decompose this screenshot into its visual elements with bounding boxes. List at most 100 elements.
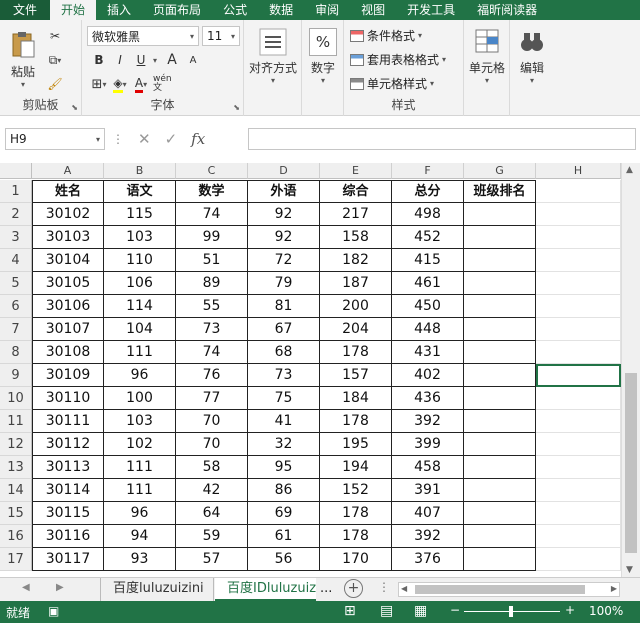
table-cell[interactable]: 30110	[32, 387, 104, 410]
vertical-scrollbar[interactable]: ▲ ▼	[621, 163, 640, 577]
table-cell[interactable]: 100	[104, 387, 176, 410]
name-box[interactable]: H9 ▾	[5, 128, 105, 150]
table-cell[interactable]: 106	[104, 272, 176, 295]
table-cell[interactable]: 89	[176, 272, 248, 295]
table-cell[interactable]: 74	[176, 341, 248, 364]
table-cell[interactable]: 30113	[32, 456, 104, 479]
table-cell[interactable]: 184	[320, 387, 392, 410]
row-header-7[interactable]: 7	[0, 318, 32, 341]
table-cell[interactable]: 391	[392, 479, 464, 502]
format-as-table-button[interactable]: 套用表格格式 ▾	[350, 51, 446, 68]
table-header-cell[interactable]: 外语	[248, 180, 320, 203]
empty-cell[interactable]	[536, 249, 621, 272]
zoom-slider-thumb[interactable]	[509, 606, 513, 617]
font-size-select[interactable]: 11 ▾	[202, 26, 240, 46]
table-cell[interactable]: 415	[392, 249, 464, 272]
active-cell[interactable]	[536, 364, 621, 387]
table-cell[interactable]: 30109	[32, 364, 104, 387]
empty-cell[interactable]	[536, 502, 621, 525]
table-cell[interactable]: 69	[248, 502, 320, 525]
table-cell[interactable]: 30116	[32, 525, 104, 548]
table-cell[interactable]: 56	[248, 548, 320, 571]
clipboard-launcher-icon[interactable]: ⬊	[71, 103, 78, 112]
table-cell[interactable]: 200	[320, 295, 392, 318]
empty-cell[interactable]	[536, 479, 621, 502]
underline-button[interactable]: U	[132, 50, 150, 70]
macro-record-icon[interactable]: ▣	[48, 604, 59, 618]
table-cell[interactable]: 170	[320, 548, 392, 571]
table-cell[interactable]: 30117	[32, 548, 104, 571]
insert-function-button[interactable]: fx	[191, 130, 205, 148]
empty-cell[interactable]	[536, 318, 621, 341]
horizontal-scrollbar[interactable]: ◀ ▶	[398, 582, 620, 597]
table-cell[interactable]: 103	[104, 226, 176, 249]
table-cell[interactable]: 42	[176, 479, 248, 502]
table-cell[interactable]: 86	[248, 479, 320, 502]
prev-sheet-icon[interactable]: ◀	[22, 582, 30, 593]
table-cell[interactable]: 392	[392, 525, 464, 548]
tab-data[interactable]: 数据	[258, 0, 304, 20]
table-cell[interactable]: 61	[248, 525, 320, 548]
table-cell[interactable]: 70	[176, 410, 248, 433]
row-header-9[interactable]: 9	[0, 364, 32, 387]
table-cell[interactable]: 111	[104, 341, 176, 364]
empty-cell[interactable]	[536, 226, 621, 249]
table-cell[interactable]: 448	[392, 318, 464, 341]
empty-cell[interactable]	[536, 341, 621, 364]
table-cell[interactable]: 158	[320, 226, 392, 249]
scroll-down-icon[interactable]: ▼	[626, 565, 633, 575]
table-cell[interactable]: 79	[248, 272, 320, 295]
table-cell[interactable]: 55	[176, 295, 248, 318]
table-header-cell[interactable]: 班级排名	[464, 180, 536, 203]
table-cell[interactable]: 187	[320, 272, 392, 295]
row-header-16[interactable]: 16	[0, 525, 32, 548]
table-cell[interactable]: 452	[392, 226, 464, 249]
font-name-select[interactable]: 微软雅黑 ▾	[87, 26, 199, 46]
table-cell[interactable]: 59	[176, 525, 248, 548]
tab-developer[interactable]: 开发工具	[396, 0, 466, 20]
table-cell[interactable]: 195	[320, 433, 392, 456]
tab-insert[interactable]: 插入	[96, 0, 142, 20]
table-cell[interactable]: 436	[392, 387, 464, 410]
empty-cell[interactable]	[536, 433, 621, 456]
empty-cell[interactable]	[536, 410, 621, 433]
table-cell[interactable]	[464, 226, 536, 249]
zoom-slider[interactable]	[464, 606, 560, 617]
cell-styles-button[interactable]: 单元格样式 ▾	[350, 75, 434, 92]
table-cell[interactable]: 461	[392, 272, 464, 295]
table-cell[interactable]: 76	[176, 364, 248, 387]
empty-cell[interactable]	[536, 525, 621, 548]
table-cell[interactable]: 99	[176, 226, 248, 249]
table-cell[interactable]: 41	[248, 410, 320, 433]
table-cell[interactable]: 70	[176, 433, 248, 456]
column-header-a[interactable]: A	[32, 163, 104, 179]
tab-formulas[interactable]: 公式	[212, 0, 258, 20]
copy-button[interactable]: ⧉ ▾	[46, 50, 64, 70]
table-cell[interactable]	[464, 272, 536, 295]
table-cell[interactable]: 431	[392, 341, 464, 364]
tab-review[interactable]: 审阅	[304, 0, 350, 20]
empty-cell[interactable]	[536, 272, 621, 295]
table-cell[interactable]: 458	[392, 456, 464, 479]
table-cell[interactable]: 81	[248, 295, 320, 318]
table-cell[interactable]	[464, 548, 536, 571]
empty-cell[interactable]	[536, 387, 621, 410]
table-cell[interactable]	[464, 387, 536, 410]
tab-file[interactable]: 文件	[0, 0, 51, 20]
paste-button[interactable]: 粘贴 ▾	[6, 30, 40, 89]
table-cell[interactable]: 30115	[32, 502, 104, 525]
cells-button[interactable]: 单元格 ▾	[466, 28, 508, 85]
table-header-cell[interactable]: 姓名	[32, 180, 104, 203]
table-cell[interactable]: 30108	[32, 341, 104, 364]
table-cell[interactable]: 110	[104, 249, 176, 272]
row-header-10[interactable]: 10	[0, 387, 32, 410]
table-cell[interactable]: 51	[176, 249, 248, 272]
font-color-button[interactable]: A ▾	[132, 74, 150, 94]
next-sheet-icon[interactable]: ▶	[56, 582, 64, 593]
table-cell[interactable]	[464, 525, 536, 548]
borders-button[interactable]: ⊞ ▾	[90, 74, 108, 94]
table-cell[interactable]: 30106	[32, 295, 104, 318]
table-cell[interactable]	[464, 295, 536, 318]
row-header-6[interactable]: 6	[0, 295, 32, 318]
zoom-level[interactable]: 100%	[589, 604, 623, 618]
